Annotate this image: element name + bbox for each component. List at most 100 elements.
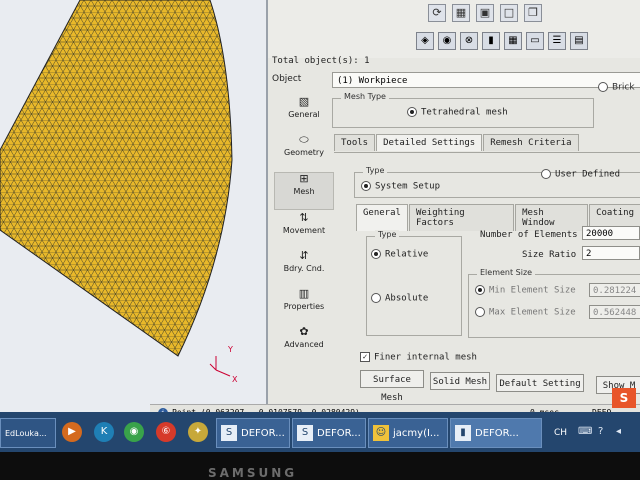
max-element-size-option[interactable]: Max Element Size <box>475 307 576 318</box>
min-element-size-option[interactable]: Min Element Size <box>475 285 576 296</box>
sidebar-item-properties[interactable]: ▥ Properties <box>274 288 334 324</box>
number-of-elements-label: Number of Elements <box>480 230 578 240</box>
min-element-size-input[interactable]: 0.281224 <box>589 283 640 297</box>
object-remove-icon[interactable]: ⊗ <box>460 32 478 50</box>
taskbar: EdLoukа... ▶ K ◉ ⑥ ✦ S DEFOR... S DEFOR...… <box>0 388 640 452</box>
movement-icon: ⇅ <box>299 211 309 224</box>
system-setup-radio[interactable] <box>361 181 371 191</box>
taskbar-item-deform-2[interactable]: S DEFOR... <box>292 418 366 448</box>
min-element-size-radio[interactable] <box>475 285 485 295</box>
relative-type-title: Type <box>375 230 400 239</box>
absolute-label: Absolute <box>385 293 429 304</box>
browser-icon[interactable]: ◉ <box>124 422 144 442</box>
layout-icon[interactable]: ▤ <box>570 32 588 50</box>
finer-mesh-option[interactable]: ✓ Finer internal mesh <box>360 352 477 363</box>
mesh-icon: ⊞ <box>299 172 309 185</box>
security-icon[interactable]: ⑥ <box>156 422 176 442</box>
monitor-brand: SAMSUNG <box>208 466 298 480</box>
object-sidebar: ▧ General ⬭ Geometry ⊞ Mesh ⇅ Movement ⇵ Bdry… <box>274 96 334 364</box>
solid-mesh-button[interactable]: Solid Mesh <box>430 372 490 390</box>
advanced-icon: ✿ <box>299 325 309 338</box>
max-element-size-radio[interactable] <box>475 307 485 317</box>
default-setting-button[interactable]: Default Setting <box>496 374 584 392</box>
mesh-type-title: Mesh Type <box>341 92 389 101</box>
sidebar-item-geometry[interactable]: ⬭ Geometry <box>274 134 334 170</box>
absolute-radio[interactable] <box>371 293 381 303</box>
deform-icon: S <box>221 425 237 441</box>
sidebar-item-bdry-cnd[interactable]: ⇵ Bdry. Cnd. <box>274 250 334 286</box>
mesh-viewport[interactable]: Y X <box>0 0 268 412</box>
sidebar-item-label: Advanced <box>284 340 324 349</box>
relative-type-group: Type Relative Absolute <box>366 230 462 336</box>
max-element-size-input[interactable]: 0.562448 <box>589 305 640 319</box>
taskbar-item-partial[interactable]: EdLoukа... <box>0 418 56 448</box>
relative-radio[interactable] <box>371 249 381 259</box>
tab-tools[interactable]: Tools <box>334 134 376 151</box>
mesh-view-icon[interactable]: ▦ <box>504 32 522 50</box>
sidebar-item-advanced[interactable]: ✿ Advanced <box>274 326 334 362</box>
number-of-elements-input[interactable]: 20000 <box>582 226 640 240</box>
system-setup-option[interactable]: System Setup <box>361 181 440 192</box>
sidebar-item-mesh[interactable]: ⊞ Mesh <box>274 172 334 210</box>
tab-weighting-factors[interactable]: Weighting Factors <box>408 204 515 231</box>
surface-mesh-button[interactable]: Surface Mesh <box>360 370 424 403</box>
taskbar-item-deform-1[interactable]: S DEFOR... <box>216 418 290 448</box>
view-icon[interactable]: ▣ <box>476 4 494 22</box>
refresh-icon[interactable]: ⟳ <box>428 4 446 22</box>
tab-mesh-window[interactable]: Mesh Window <box>515 204 589 231</box>
object-toolbar: ◈ ◉ ⊗ ▮ ▦ ▭ ☰ ▤ <box>416 32 588 50</box>
window-icon[interactable]: ▭ <box>526 32 544 50</box>
panel-toolbar: ⟳ ▦ ▣ □ ❐ ◈ ◉ ⊗ ▮ ▦ ▭ ☰ ▤ Total object(s… <box>268 0 640 66</box>
list-icon[interactable]: ☰ <box>548 32 566 50</box>
sidebar-item-label: Bdry. Cnd. <box>283 264 325 273</box>
tetrahedral-label: Tetrahedral mesh <box>421 107 508 118</box>
user-defined-option[interactable]: User Defined <box>541 169 620 180</box>
media-player-icon[interactable]: ▶ <box>62 422 82 442</box>
sogou-ime-icon[interactable]: S <box>612 388 636 408</box>
help-icon[interactable]: ? <box>598 426 603 437</box>
setup-type-title: Type <box>363 166 388 175</box>
size-ratio-label: Size Ratio <box>522 250 577 260</box>
database-icon: ▮ <box>455 425 471 441</box>
user-defined-radio[interactable] <box>541 169 551 179</box>
taskbar-item-deform-3[interactable]: ▮ DEFOR... <box>450 418 542 448</box>
maximize-icon[interactable]: □ <box>500 4 518 22</box>
tetrahedral-option[interactable]: Tetrahedral mesh <box>407 107 508 118</box>
brick-option[interactable]: Brick <box>598 82 635 93</box>
input-method-icon[interactable]: ⌨ <box>578 426 592 437</box>
tab-detailed-settings[interactable]: Detailed Settings <box>376 134 483 151</box>
messenger-icon[interactable]: ✦ <box>188 422 208 442</box>
database-icon[interactable]: ▮ <box>482 32 500 50</box>
brick-label: Brick <box>612 82 635 93</box>
taskbar-item-label: jacmy(I... <box>393 428 440 439</box>
language-indicator[interactable]: CH <box>554 428 567 438</box>
window-icons: ⟳ ▦ ▣ □ ❐ <box>428 4 542 22</box>
k-app-icon[interactable]: K <box>94 422 114 442</box>
total-objects: Total object(s): 1 <box>272 56 370 66</box>
object-add-icon[interactable]: ◈ <box>416 32 434 50</box>
relative-option[interactable]: Relative <box>371 249 428 260</box>
boundary-condition-icon: ⇵ <box>299 249 309 262</box>
sidebar-item-general[interactable]: ▧ General <box>274 96 334 132</box>
size-ratio-input[interactable]: 2 <box>582 246 640 260</box>
grid-icon[interactable]: ▦ <box>452 4 470 22</box>
preprocessor-panel: ⟳ ▦ ▣ □ ❐ ◈ ◉ ⊗ ▮ ▦ ▭ ☰ ▤ Total object(s… <box>266 0 640 412</box>
geometry-icon: ⬭ <box>299 133 309 146</box>
object-field[interactable]: (1) Workpiece <box>332 72 640 88</box>
volume-icon[interactable]: ◂ <box>616 426 621 437</box>
taskbar-item-chat[interactable]: ☺ jacmy(I... <box>368 418 448 448</box>
object-copy-icon[interactable]: ◉ <box>438 32 456 50</box>
max-element-size-label: Max Element Size <box>489 307 576 318</box>
finer-mesh-label: Finer internal mesh <box>374 352 477 363</box>
restore-icon[interactable]: ❐ <box>524 4 542 22</box>
tab-general[interactable]: General <box>356 204 408 231</box>
tab-remesh-criteria[interactable]: Remesh Criteria <box>483 134 579 151</box>
finer-mesh-checkbox[interactable]: ✓ <box>360 352 370 362</box>
setup-type-group: Type System Setup User Defined <box>354 166 640 198</box>
tetrahedral-radio[interactable] <box>407 107 417 117</box>
relative-label: Relative <box>385 249 429 260</box>
absolute-option[interactable]: Absolute <box>371 293 428 304</box>
brick-radio[interactable] <box>598 82 608 92</box>
sidebar-item-movement[interactable]: ⇅ Movement <box>274 212 334 248</box>
mesh-type-group: Mesh Type Tetrahedral mesh <box>332 92 594 128</box>
